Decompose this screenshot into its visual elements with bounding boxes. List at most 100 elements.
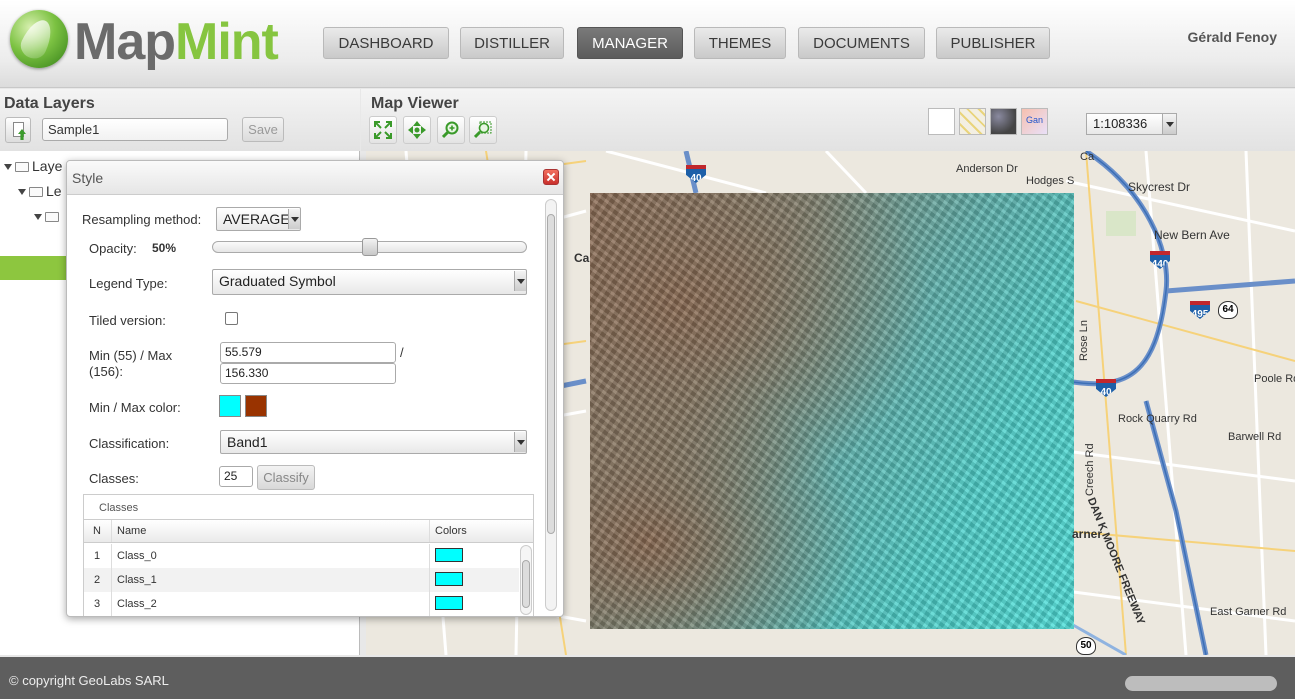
expand-icon[interactable] [34,214,42,221]
expand-icon[interactable] [18,189,26,196]
nav-distiller[interactable]: DISTILLER [460,27,564,59]
opacity-label: Opacity: [89,241,137,256]
map-label: Rose Ln [1078,320,1090,361]
close-icon[interactable] [543,169,559,185]
nav-documents[interactable]: DOCUMENTS [798,27,925,59]
table-row[interactable]: 3 Class_2 [84,592,519,616]
zoom-box-icon[interactable] [469,116,497,144]
chevron-down-icon [288,209,300,229]
map-name-input[interactable]: Sample1 [42,118,228,141]
app-header: MapMint DASHBOARD DISTILLER MANAGER THEM… [0,0,1295,88]
basemap-streets-button[interactable] [959,108,986,135]
map-label: East Garner Rd [1210,606,1287,618]
mapmint-logo-icon [10,10,68,68]
resampling-label: Resampling method: [82,212,202,227]
classification-select[interactable]: Band1 [220,430,527,454]
data-layers-title: Data Layers [4,95,95,112]
upload-layer-icon[interactable] [5,117,31,143]
class-color-swatch[interactable] [435,548,463,562]
expand-icon[interactable] [4,164,12,171]
basemap-blank-button[interactable] [928,108,955,135]
map-label: Rock Quarry Rd [1118,413,1197,425]
basemap-satellite-button[interactable] [990,108,1017,135]
style-dialog: Style Resampling method: AVERAGE Opacity… [66,160,564,617]
basemap-osm-button[interactable]: Gan [1021,108,1048,135]
tiled-label: Tiled version: [89,313,166,328]
minmax-separator: / [400,345,404,360]
us-highway-shield: 50 [1076,637,1096,655]
opacity-slider[interactable] [212,238,527,256]
table-row[interactable]: 2 Class_1 [84,568,519,592]
classes-scrollbar[interactable] [520,545,532,615]
dialog-title: Style [72,170,104,186]
map-label: Skycrest Dr [1128,180,1191,194]
dem-raster-layer [590,193,1074,629]
scale-select[interactable]: 1:108336 [1086,113,1177,135]
max-value-input[interactable]: 156.330 [220,363,396,384]
minmax-label: Min (55) / Max [89,348,173,363]
tree-node-level2[interactable]: Le [18,183,62,203]
max-color-picker[interactable] [245,395,267,417]
classify-button[interactable]: Classify [257,465,315,490]
chevron-down-icon [514,432,526,452]
tree-node-level3[interactable] [34,208,62,228]
map-viewer-title: Map Viewer [371,95,459,112]
col-header-n[interactable]: N [84,525,110,537]
min-color-picker[interactable] [219,395,241,417]
classes-label: Classes: [89,471,139,486]
map-label: Barwell Rd [1228,431,1282,443]
dialog-scrollbar[interactable] [545,199,557,611]
class-color-swatch[interactable] [435,596,463,610]
classification-label: Classification: [89,436,170,451]
copyright-text: © copyright GeoLabs SARL [9,673,169,688]
full-extent-icon[interactable] [369,116,397,144]
map-viewer-toolbar: Map Viewer Gan 1:108336 [361,89,1295,151]
legend-type-select[interactable]: Graduated Symbol [212,269,527,295]
folder-icon [29,187,43,198]
map-label: Poole Rd [1254,373,1295,385]
resampling-select[interactable]: AVERAGE [216,207,301,231]
nav-themes[interactable]: THEMES [694,27,786,59]
classes-count-input[interactable]: 25 [219,466,253,487]
chevron-down-icon [1162,114,1176,134]
min-value-input[interactable]: 55.579 [220,342,396,363]
classes-caption: Classes [99,502,139,514]
col-header-name[interactable]: Name [111,520,429,542]
brand-name: MapMint [74,13,279,71]
class-color-swatch[interactable] [435,572,463,586]
map-label: Ca [1080,151,1095,163]
us-highway-shield: 64 [1218,301,1238,319]
nav-publisher[interactable]: PUBLISHER [936,27,1050,59]
opacity-value: 50% [152,241,177,255]
map-label: arner [1072,527,1103,541]
pan-icon[interactable] [403,116,431,144]
folder-icon [15,162,29,173]
minmax-color-label: Min / Max color: [89,400,181,415]
map-label: Hodges S [1026,175,1075,187]
table-row[interactable]: 1 Class_0 [84,544,519,568]
map-label: Ca [574,251,590,265]
data-layers-toolbar: Data Layers Sample1 Save [0,89,360,151]
map-label: Creech Rd [1084,443,1096,496]
classes-table: Classes N Name Colors 1 Class_0 2 Class_… [83,494,534,616]
minmax-label-2: (156): [89,364,123,379]
app-footer: © copyright GeoLabs SARL [0,657,1295,699]
nav-dashboard[interactable]: DASHBOARD [323,27,449,59]
zoom-in-icon[interactable] [437,116,465,144]
nav-manager[interactable]: MANAGER [577,27,683,59]
col-header-colors[interactable]: Colors [429,520,471,542]
selected-layer-row[interactable] [0,256,66,280]
tiled-checkbox[interactable] [225,312,238,325]
save-button[interactable]: Save [242,117,284,142]
chevron-down-icon [514,271,526,291]
map-label: Anderson Dr [956,163,1018,175]
map-label: New Bern Ave [1154,228,1230,242]
folder-icon [45,212,59,223]
dialog-titlebar[interactable]: Style [67,161,563,195]
user-name[interactable]: Gérald Fenoy [1188,29,1277,45]
slider-handle[interactable] [361,238,378,256]
legend-type-label: Legend Type: [89,276,168,291]
classes-header: N Name Colors [84,519,533,543]
tree-node-layers[interactable]: Laye [4,158,62,178]
footer-progress-bar [1125,676,1277,691]
